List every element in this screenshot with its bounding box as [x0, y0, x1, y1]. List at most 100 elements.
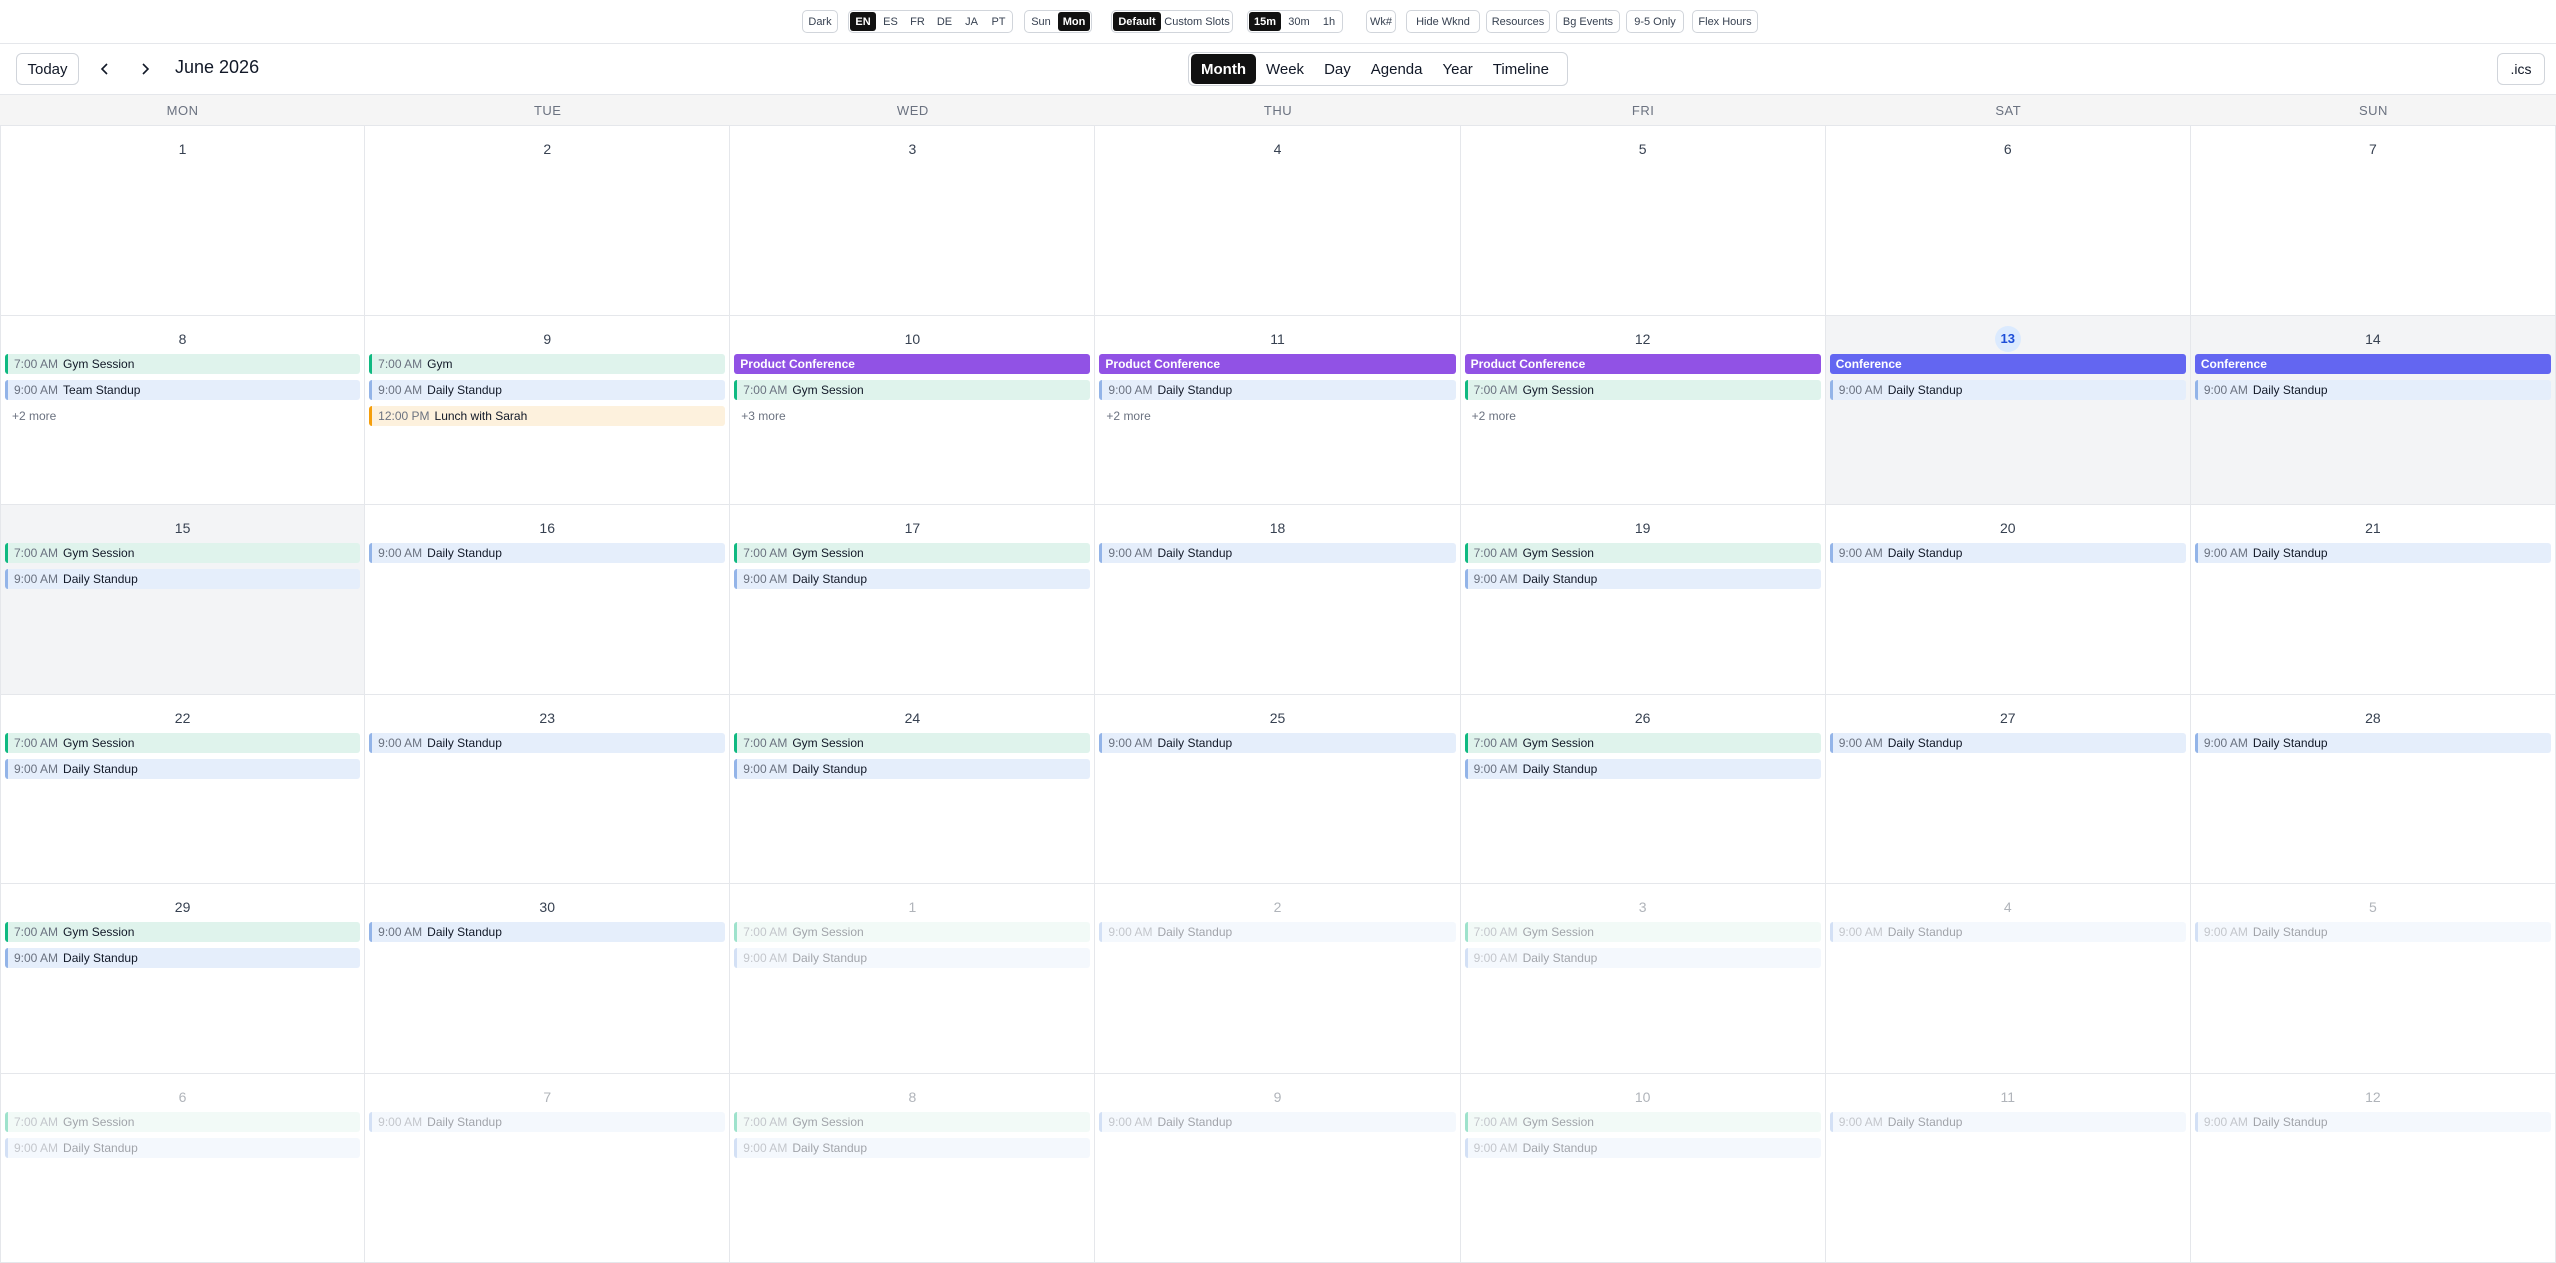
day-number[interactable]: 12	[1635, 331, 1651, 347]
more-events-link[interactable]: +2 more	[12, 409, 56, 423]
calendar-event[interactable]: 9:00 AM Daily Standup	[734, 569, 1091, 589]
day-number[interactable]: 5	[1639, 141, 1647, 157]
dark-mode-toggle[interactable]: Dark	[802, 10, 838, 33]
calendar-event[interactable]: 9:00 AM Daily Standup	[2194, 1111, 2551, 1132]
view-month-button[interactable]: Month	[1191, 54, 1256, 84]
calendar-event[interactable]: 7:00 AM Gym Session	[5, 922, 361, 942]
calendar-event[interactable]: 9:00 AM Daily Standup	[1829, 543, 2186, 563]
calendar-event[interactable]: 9:00 AM Daily Standup	[2194, 379, 2551, 400]
day-number[interactable]: 1	[179, 141, 187, 157]
calendar-event[interactable]: 7:00 AM Gym Session	[1464, 379, 1821, 400]
day-cell[interactable]: 4	[1095, 126, 1461, 316]
day-cell[interactable]: 20 9:00 AM Daily Standup	[1825, 505, 2191, 695]
today-button[interactable]: Today	[16, 53, 79, 85]
day-number[interactable]: 20	[2000, 520, 2016, 536]
calendar-event[interactable]: 9:00 AM Daily Standup	[1829, 1111, 2186, 1132]
day-number[interactable]: 12	[2365, 1089, 2381, 1105]
slot-mode-default-button[interactable]: Default	[1113, 12, 1161, 31]
background-events-toggle[interactable]: Bg Events	[1556, 10, 1620, 33]
day-cell[interactable]: 21 9:00 AM Daily Standup	[2190, 505, 2556, 695]
day-number[interactable]: 19	[1635, 520, 1651, 536]
day-cell[interactable]: 28 9:00 AM Daily Standup	[2190, 694, 2556, 884]
calendar-event[interactable]: 7:00 AM Gym Session	[5, 543, 361, 563]
day-number[interactable]: 2	[543, 141, 551, 157]
day-number[interactable]: 6	[179, 1089, 187, 1105]
week-start-mon-button[interactable]: Mon	[1058, 12, 1090, 31]
calendar-event[interactable]: 9:00 AM Daily Standup	[369, 922, 726, 942]
calendar-event[interactable]: 9:00 AM Daily Standup	[2194, 922, 2551, 942]
calendar-event[interactable]: 9:00 AM Daily Standup	[1829, 379, 2186, 400]
day-number[interactable]: 8	[908, 1089, 916, 1105]
flex-hours-toggle[interactable]: Flex Hours	[1692, 10, 1758, 33]
calendar-event[interactable]: 7:00 AM Gym Session	[1464, 922, 1821, 942]
calendar-event[interactable]: 7:00 AM Gym Session	[734, 922, 1091, 942]
day-number[interactable]: 6	[2004, 141, 2012, 157]
nine-to-five-toggle[interactable]: 9-5 Only	[1626, 10, 1684, 33]
day-number[interactable]: 16	[539, 520, 555, 536]
view-agenda-button[interactable]: Agenda	[1361, 54, 1433, 84]
day-cell[interactable]: 9 9:00 AM Daily Standup	[1095, 1073, 1461, 1263]
day-number[interactable]: 27	[2000, 710, 2016, 726]
slot-mode-custom-button[interactable]: Custom Slots	[1162, 11, 1232, 32]
language-en-button[interactable]: EN	[850, 12, 876, 31]
calendar-event[interactable]: 9:00 AM Daily Standup	[734, 1137, 1091, 1158]
calendar-event[interactable]: 7:00 AM Gym Session	[734, 732, 1091, 753]
day-number[interactable]: 29	[175, 899, 191, 915]
all-day-event[interactable]: Product Conference	[734, 353, 1091, 374]
day-cell[interactable]: 3 7:00 AM Gym Session 9:00 AM Daily Standup	[1460, 884, 1826, 1074]
calendar-event[interactable]: 9:00 AM Daily Standup	[5, 1137, 361, 1158]
day-cell[interactable]: 27 9:00 AM Daily Standup	[1825, 694, 2191, 884]
day-number[interactable]: 22	[175, 710, 191, 726]
day-number[interactable]: 15	[175, 520, 191, 536]
day-number[interactable]: 10	[905, 331, 921, 347]
day-cell[interactable]: 19 7:00 AM Gym Session 9:00 AM Daily Standup	[1460, 505, 1826, 695]
calendar-event[interactable]: 9:00 AM Daily Standup	[369, 379, 726, 400]
day-cell[interactable]: 11 9:00 AM Daily Standup	[1825, 1073, 2191, 1263]
day-number[interactable]: 25	[1270, 710, 1286, 726]
day-number[interactable]: 8	[179, 331, 187, 347]
calendar-event[interactable]: 9:00 AM Daily Standup	[1464, 1137, 1821, 1158]
language-de-button[interactable]: DE	[931, 11, 958, 32]
view-timeline-button[interactable]: Timeline	[1483, 54, 1559, 84]
day-cell[interactable]: 5 9:00 AM Daily Standup	[2190, 884, 2556, 1074]
calendar-event[interactable]: 9:00 AM Daily Standup	[1829, 732, 2186, 753]
day-cell[interactable]: 26 7:00 AM Gym Session 9:00 AM Daily Standup	[1460, 694, 1826, 884]
day-cell[interactable]: 22 7:00 AM Gym Session 9:00 AM Daily Standup	[0, 694, 366, 884]
calendar-event[interactable]: 7:00 AM Gym Session	[1464, 732, 1821, 753]
calendar-event[interactable]: 9:00 AM Daily Standup	[5, 758, 361, 779]
day-number[interactable]: 4	[1274, 141, 1282, 157]
calendar-event[interactable]: 7:00 AM Gym Session	[5, 1111, 361, 1132]
day-number[interactable]: 2	[1274, 899, 1282, 915]
calendar-event[interactable]: 7:00 AM Gym Session	[5, 353, 361, 374]
slot-15m-button[interactable]: 15m	[1249, 12, 1281, 31]
calendar-event[interactable]: 9:00 AM Daily Standup	[734, 948, 1091, 968]
language-ja-button[interactable]: JA	[958, 11, 985, 32]
all-day-event[interactable]: Conference	[1829, 353, 2186, 374]
calendar-event[interactable]: 9:00 AM Daily Standup	[1829, 922, 2186, 942]
calendar-event[interactable]: 9:00 AM Daily Standup	[369, 543, 726, 563]
calendar-event[interactable]: 9:00 AM Daily Standup	[1099, 379, 1456, 400]
day-cell[interactable]: 4 9:00 AM Daily Standup	[1825, 884, 2191, 1074]
calendar-event[interactable]: 9:00 AM Daily Standup	[5, 569, 361, 589]
export-ics-button[interactable]: .ics	[2497, 53, 2545, 85]
day-number[interactable]: 3	[1639, 899, 1647, 915]
day-number[interactable]: 5	[2369, 899, 2377, 915]
day-number[interactable]: 23	[539, 710, 555, 726]
day-cell[interactable]: 6	[1825, 126, 2191, 316]
day-number[interactable]: 30	[539, 899, 555, 915]
slot-1h-button[interactable]: 1h	[1316, 11, 1342, 32]
day-cell[interactable]: 18 9:00 AM Daily Standup	[1095, 505, 1461, 695]
calendar-event[interactable]: 9:00 AM Daily Standup	[1464, 948, 1821, 968]
all-day-event[interactable]: Conference	[2194, 353, 2551, 374]
day-number[interactable]: 7	[2369, 141, 2377, 157]
day-cell[interactable]: 25 9:00 AM Daily Standup	[1095, 694, 1461, 884]
more-events-link[interactable]: +3 more	[741, 409, 785, 423]
day-number[interactable]: 26	[1635, 710, 1651, 726]
more-events-link[interactable]: +2 more	[1106, 409, 1150, 423]
day-number[interactable]: 11	[1270, 331, 1285, 347]
day-cell[interactable]: 15 7:00 AM Gym Session 9:00 AM Daily Standup	[0, 505, 366, 695]
calendar-event[interactable]: 9:00 AM Daily Standup	[1464, 569, 1821, 589]
calendar-event[interactable]: 7:00 AM Gym Session	[734, 379, 1091, 400]
day-cell[interactable]: 24 7:00 AM Gym Session 9:00 AM Daily Standup	[730, 694, 1096, 884]
view-day-button[interactable]: Day	[1314, 54, 1361, 84]
